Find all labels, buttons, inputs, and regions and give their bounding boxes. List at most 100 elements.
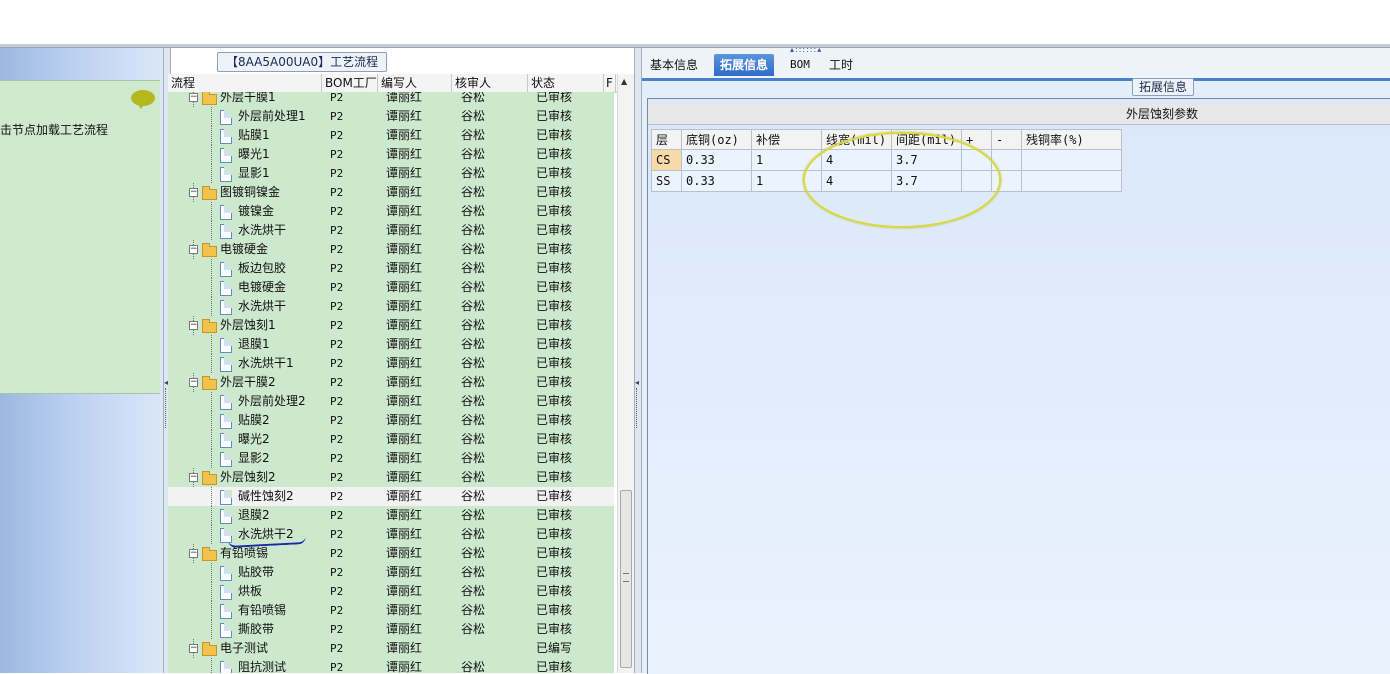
grid-cell[interactable] bbox=[1021, 149, 1122, 171]
bom-factory-cell: P2 bbox=[330, 357, 344, 370]
writer-cell: 谭丽红 bbox=[386, 432, 423, 446]
document-icon bbox=[220, 452, 232, 467]
collapse-toggle-icon[interactable]: − bbox=[189, 644, 198, 653]
tab-work-hours[interactable]: 工时 bbox=[823, 54, 859, 76]
writer-cell: 谭丽红 bbox=[386, 660, 423, 673]
tab-drag-handle-icon[interactable]: ▴::::::▴ bbox=[790, 45, 822, 54]
tree-step-row[interactable]: 贴胶带 P2 谭丽红 谷松 已审核 bbox=[168, 563, 614, 582]
tree-folder-row[interactable]: − 图镀铜镍金 P2 谭丽红 谷松 已审核 bbox=[168, 183, 614, 202]
tree-step-row[interactable]: 有铅喷锡 P2 谭丽红 谷松 已审核 bbox=[168, 601, 614, 620]
folder-icon bbox=[202, 186, 217, 200]
tree-folder-row[interactable]: − 外层干膜1 P2 谭丽红 谷松 已审核 bbox=[168, 92, 614, 107]
tab-basic-info[interactable]: 基本信息 bbox=[644, 54, 704, 76]
grid-cell[interactable]: 0.33 bbox=[681, 170, 752, 192]
tree-guide-line bbox=[211, 620, 212, 639]
tree-step-row[interactable]: 曝光1 P2 谭丽红 谷松 已审核 bbox=[168, 145, 614, 164]
tree-step-row[interactable]: 退膜1 P2 谭丽红 谷松 已审核 bbox=[168, 335, 614, 354]
tree-step-row[interactable]: 外层前处理1 P2 谭丽红 谷松 已审核 bbox=[168, 107, 614, 126]
writer-cell: 谭丽红 bbox=[386, 204, 423, 218]
splitter-grip[interactable] bbox=[636, 388, 639, 428]
tree-folder-row[interactable]: − 电子测试 P2 谭丽红 已编写 bbox=[168, 639, 614, 658]
col-header-f[interactable]: F bbox=[604, 74, 616, 92]
bom-factory-cell: P2 bbox=[330, 376, 344, 389]
tree-folder-row[interactable]: − 外层蚀刻1 P2 谭丽红 谷松 已审核 bbox=[168, 316, 614, 335]
tree-step-row[interactable]: 显影2 P2 谭丽红 谷松 已审核 bbox=[168, 449, 614, 468]
tree-step-row[interactable]: 水洗烘干 P2 谭丽红 谷松 已审核 bbox=[168, 221, 614, 240]
tree-scrollbar[interactable]: ▲ bbox=[617, 74, 634, 673]
tree-step-row[interactable]: 板边包胶 P2 谭丽红 谷松 已审核 bbox=[168, 259, 614, 278]
tree-step-row[interactable]: 水洗烘干 P2 谭丽红 谷松 已审核 bbox=[168, 297, 614, 316]
grid-caption: 外层蚀刻参数 bbox=[648, 104, 1390, 125]
scrollbar-thumb[interactable] bbox=[620, 490, 632, 668]
collapse-toggle-icon[interactable]: − bbox=[189, 245, 198, 254]
bom-factory-cell: P2 bbox=[330, 338, 344, 351]
col-header-writer[interactable]: 编写人 bbox=[378, 74, 452, 92]
reviewer-cell: 谷松 bbox=[461, 375, 486, 389]
grid-cell-layer[interactable]: SS bbox=[651, 170, 682, 192]
tree-folder-row[interactable]: − 电镀硬金 P2 谭丽红 谷松 已审核 bbox=[168, 240, 614, 259]
tree-folder-row[interactable]: − 外层蚀刻2 P2 谭丽红 谷松 已审核 bbox=[168, 468, 614, 487]
reviewer-cell: 谷松 bbox=[461, 204, 486, 218]
writer-cell: 谭丽红 bbox=[386, 527, 423, 541]
col-header-flow[interactable]: 流程 bbox=[168, 74, 322, 92]
tree-step-row[interactable]: 碱性蚀刻2 P2 谭丽红 谷松 已审核 bbox=[168, 487, 614, 506]
status-cell: 已审核 bbox=[536, 489, 573, 503]
tree-step-row[interactable]: 镀镍金 P2 谭丽红 谷松 已审核 bbox=[168, 202, 614, 221]
col-header-bom-factory[interactable]: BOM工厂 bbox=[322, 74, 378, 92]
collapse-toggle-icon[interactable]: − bbox=[189, 549, 198, 558]
tree-guide-line bbox=[211, 506, 212, 525]
process-tree: − 外层干膜1 P2 谭丽红 谷松 已审核 外层前处理1 P2 谭丽红 谷松 已审核 贴膜1 P2 谭丽红… bbox=[168, 92, 614, 673]
col-header-reviewer[interactable]: 核审人 bbox=[452, 74, 528, 92]
right-splitter[interactable]: ◂ bbox=[634, 48, 642, 673]
tree-node-label: 外层前处理1 bbox=[238, 109, 306, 123]
writer-cell: 谭丽红 bbox=[386, 508, 423, 522]
tree-step-row[interactable]: 水洗烘干1 P2 谭丽红 谷松 已审核 bbox=[168, 354, 614, 373]
tab-extended-info[interactable]: 拓展信息 bbox=[714, 54, 775, 76]
tree-step-row[interactable]: 外层前处理2 P2 谭丽红 谷松 已审核 bbox=[168, 392, 614, 411]
grid-header-cell[interactable]: 补偿 bbox=[751, 129, 822, 150]
tree-step-row[interactable]: 电镀硬金 P2 谭丽红 谷松 已审核 bbox=[168, 278, 614, 297]
writer-cell: 谭丽红 bbox=[386, 185, 423, 199]
collapse-arrow-icon[interactable]: ◂ bbox=[635, 378, 639, 387]
tree-step-row[interactable]: 阻抗测试 P2 谭丽红 谷松 已审核 bbox=[168, 658, 614, 673]
writer-cell: 谭丽红 bbox=[386, 147, 423, 161]
collapse-toggle-icon[interactable]: − bbox=[189, 321, 198, 330]
collapse-toggle-icon[interactable]: − bbox=[189, 473, 198, 482]
bom-factory-cell: P2 bbox=[330, 300, 344, 313]
reviewer-cell: 谷松 bbox=[461, 109, 486, 123]
tab-bom[interactable]: BOM bbox=[784, 54, 816, 76]
writer-cell: 谭丽红 bbox=[386, 584, 423, 598]
grid-cell[interactable]: 0.33 bbox=[681, 149, 752, 171]
tree-step-row[interactable]: 曝光2 P2 谭丽红 谷松 已审核 bbox=[168, 430, 614, 449]
tree-guide-line bbox=[211, 430, 212, 449]
tree-step-row[interactable]: 撕胶带 P2 谭丽红 谷松 已审核 bbox=[168, 620, 614, 639]
collapse-toggle-icon[interactable]: − bbox=[189, 93, 198, 102]
col-header-status[interactable]: 状态 bbox=[528, 74, 604, 92]
tree-node-label: 阻抗测试 bbox=[238, 660, 287, 673]
grid-cell[interactable] bbox=[1021, 170, 1122, 192]
tree-folder-row[interactable]: − 有铅喷锡 P2 谭丽红 谷松 已审核 bbox=[168, 544, 614, 563]
tree-folder-row[interactable]: − 外层干膜2 P2 谭丽红 谷松 已审核 bbox=[168, 373, 614, 392]
reviewer-cell: 谷松 bbox=[461, 128, 486, 142]
process-flow-pane: 【8AA5A00UA0】工艺流程 流程 BOM工厂 编写人 核审人 状态 F −… bbox=[168, 48, 634, 673]
tree-node-label: 水洗烘干1 bbox=[238, 356, 294, 370]
tree-step-row[interactable]: 烘板 P2 谭丽红 谷松 已审核 bbox=[168, 582, 614, 601]
collapse-toggle-icon[interactable]: − bbox=[189, 188, 198, 197]
grid-header-cell[interactable]: 底铜(oz) bbox=[681, 129, 752, 150]
bom-factory-cell: P2 bbox=[330, 509, 344, 522]
grid-header-cell[interactable]: - bbox=[991, 129, 1022, 150]
tree-node-label: 外层蚀刻1 bbox=[220, 318, 276, 332]
tree-step-row[interactable]: 显影1 P2 谭丽红 谷松 已审核 bbox=[168, 164, 614, 183]
tree-step-row[interactable]: 退膜2 P2 谭丽红 谷松 已审核 bbox=[168, 506, 614, 525]
tree-node-label: 外层干膜1 bbox=[220, 92, 276, 104]
tree-step-row[interactable]: 贴膜2 P2 谭丽红 谷松 已审核 bbox=[168, 411, 614, 430]
collapse-toggle-icon[interactable]: − bbox=[189, 378, 198, 387]
scroll-up-arrow-icon[interactable]: ▲ bbox=[621, 77, 627, 86]
grid-header-cell[interactable]: 残铜率(%) bbox=[1021, 129, 1122, 150]
tree-node-label: 烘板 bbox=[238, 584, 263, 598]
grid-cell-layer[interactable]: CS bbox=[651, 149, 682, 171]
tree-step-row[interactable]: 贴膜1 P2 谭丽红 谷松 已审核 bbox=[168, 126, 614, 145]
grid-header-cell[interactable]: 层 bbox=[651, 129, 682, 150]
speech-bubble-icon[interactable] bbox=[131, 90, 155, 109]
tree-step-row[interactable]: 水洗烘干2 P2 谭丽红 谷松 已审核 bbox=[168, 525, 614, 544]
